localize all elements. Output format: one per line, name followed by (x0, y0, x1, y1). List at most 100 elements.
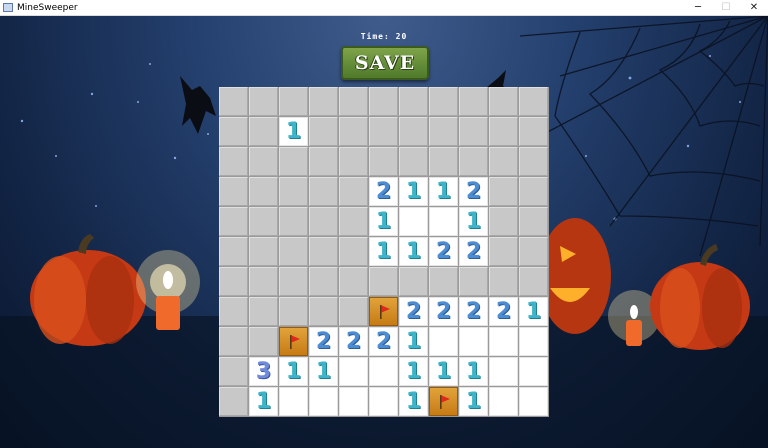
hidden-cell[interactable] (279, 87, 308, 116)
hidden-cell[interactable] (249, 267, 278, 296)
number-cell[interactable]: 1 (399, 177, 428, 206)
revealed-empty-cell[interactable] (519, 387, 548, 416)
hidden-cell[interactable] (219, 237, 248, 266)
number-cell[interactable]: 1 (279, 117, 308, 146)
hidden-cell[interactable] (399, 147, 428, 176)
hidden-cell[interactable] (279, 297, 308, 326)
hidden-cell[interactable] (309, 237, 338, 266)
number-cell[interactable]: 1 (399, 327, 428, 356)
hidden-cell[interactable] (459, 87, 488, 116)
hidden-cell[interactable] (519, 207, 548, 236)
revealed-empty-cell[interactable] (519, 357, 548, 386)
hidden-cell[interactable] (519, 177, 548, 206)
number-cell[interactable]: 1 (459, 207, 488, 236)
hidden-cell[interactable] (219, 147, 248, 176)
hidden-cell[interactable] (249, 327, 278, 356)
number-cell[interactable]: 1 (369, 207, 398, 236)
hidden-cell[interactable] (489, 87, 518, 116)
revealed-empty-cell[interactable] (489, 387, 518, 416)
hidden-cell[interactable] (219, 387, 248, 416)
number-cell[interactable]: 1 (309, 357, 338, 386)
hidden-cell[interactable] (489, 147, 518, 176)
revealed-empty-cell[interactable] (489, 327, 518, 356)
hidden-cell[interactable] (369, 117, 398, 146)
hidden-cell[interactable] (309, 267, 338, 296)
hidden-cell[interactable] (249, 237, 278, 266)
hidden-cell[interactable] (279, 237, 308, 266)
revealed-empty-cell[interactable] (309, 387, 338, 416)
number-cell[interactable]: 2 (339, 327, 368, 356)
hidden-cell[interactable] (309, 177, 338, 206)
hidden-cell[interactable] (459, 147, 488, 176)
maximize-button[interactable]: ☐ (712, 0, 740, 15)
number-cell[interactable]: 2 (399, 297, 428, 326)
hidden-cell[interactable] (489, 207, 518, 236)
number-cell[interactable]: 2 (459, 177, 488, 206)
revealed-empty-cell[interactable] (369, 387, 398, 416)
number-cell[interactable]: 3 (249, 357, 278, 386)
hidden-cell[interactable] (249, 207, 278, 236)
hidden-cell[interactable] (489, 117, 518, 146)
number-cell[interactable]: 1 (459, 357, 488, 386)
hidden-cell[interactable] (369, 147, 398, 176)
hidden-cell[interactable] (339, 207, 368, 236)
hidden-cell[interactable] (249, 177, 278, 206)
number-cell[interactable]: 2 (429, 297, 458, 326)
hidden-cell[interactable] (399, 87, 428, 116)
close-button[interactable]: ✕ (740, 0, 768, 15)
minimize-button[interactable]: ─ (684, 0, 712, 15)
revealed-empty-cell[interactable] (459, 327, 488, 356)
flagged-cell[interactable] (369, 297, 398, 326)
revealed-empty-cell[interactable] (339, 357, 368, 386)
hidden-cell[interactable] (219, 357, 248, 386)
hidden-cell[interactable] (279, 147, 308, 176)
revealed-empty-cell[interactable] (369, 357, 398, 386)
number-cell[interactable]: 2 (489, 297, 518, 326)
hidden-cell[interactable] (279, 177, 308, 206)
hidden-cell[interactable] (339, 237, 368, 266)
hidden-cell[interactable] (339, 267, 368, 296)
hidden-cell[interactable] (279, 207, 308, 236)
hidden-cell[interactable] (309, 147, 338, 176)
hidden-cell[interactable] (429, 87, 458, 116)
flagged-cell[interactable] (429, 387, 458, 416)
hidden-cell[interactable] (369, 87, 398, 116)
number-cell[interactable]: 2 (459, 297, 488, 326)
hidden-cell[interactable] (429, 117, 458, 146)
hidden-cell[interactable] (519, 117, 548, 146)
hidden-cell[interactable] (369, 267, 398, 296)
save-button[interactable]: SAVE (341, 46, 429, 80)
hidden-cell[interactable] (219, 117, 248, 146)
hidden-cell[interactable] (399, 117, 428, 146)
hidden-cell[interactable] (249, 147, 278, 176)
hidden-cell[interactable] (399, 267, 428, 296)
number-cell[interactable]: 1 (399, 357, 428, 386)
number-cell[interactable]: 1 (399, 237, 428, 266)
number-cell[interactable]: 1 (369, 237, 398, 266)
hidden-cell[interactable] (519, 237, 548, 266)
hidden-cell[interactable] (339, 147, 368, 176)
hidden-cell[interactable] (489, 237, 518, 266)
number-cell[interactable]: 2 (459, 237, 488, 266)
number-cell[interactable]: 1 (399, 387, 428, 416)
revealed-empty-cell[interactable] (519, 327, 548, 356)
number-cell[interactable]: 1 (279, 357, 308, 386)
hidden-cell[interactable] (429, 267, 458, 296)
hidden-cell[interactable] (459, 267, 488, 296)
number-cell[interactable]: 1 (459, 387, 488, 416)
revealed-empty-cell[interactable] (339, 387, 368, 416)
hidden-cell[interactable] (459, 117, 488, 146)
number-cell[interactable]: 1 (429, 177, 458, 206)
hidden-cell[interactable] (219, 87, 248, 116)
hidden-cell[interactable] (309, 207, 338, 236)
hidden-cell[interactable] (339, 297, 368, 326)
hidden-cell[interactable] (339, 177, 368, 206)
hidden-cell[interactable] (339, 117, 368, 146)
revealed-empty-cell[interactable] (429, 207, 458, 236)
revealed-empty-cell[interactable] (489, 357, 518, 386)
revealed-empty-cell[interactable] (429, 327, 458, 356)
hidden-cell[interactable] (249, 297, 278, 326)
hidden-cell[interactable] (279, 267, 308, 296)
hidden-cell[interactable] (309, 297, 338, 326)
number-cell[interactable]: 1 (429, 357, 458, 386)
